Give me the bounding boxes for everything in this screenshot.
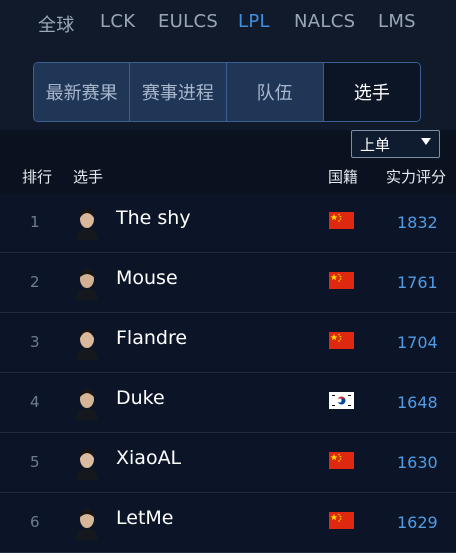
region-tab-eulcs[interactable]: EULCS xyxy=(158,11,218,32)
player-rank: 1 xyxy=(30,213,40,231)
table-row[interactable]: 4 Duke 1648 xyxy=(0,374,456,433)
table-header: 排行 选手 国籍 实力评分 xyxy=(0,160,456,194)
korea-flag-icon xyxy=(329,392,354,409)
china-flag-icon xyxy=(329,332,354,349)
player-rank: 4 xyxy=(30,393,40,411)
table-row[interactable]: 1 The shy 1832 xyxy=(0,194,456,253)
player-name[interactable]: The shy xyxy=(116,207,191,229)
player-rating: 1704 xyxy=(397,333,438,352)
player-rating: 1832 xyxy=(397,213,438,232)
tab-tournament-progress[interactable]: 赛事进程 xyxy=(130,63,227,121)
region-tab-lpl[interactable]: LPL xyxy=(238,11,270,32)
tab-players[interactable]: 选手 xyxy=(323,63,420,121)
tab-latest-results[interactable]: 最新赛果 xyxy=(34,63,131,121)
player-name[interactable]: XiaoAL xyxy=(116,447,181,469)
avatar xyxy=(76,329,98,360)
player-name[interactable]: LetMe xyxy=(116,507,173,529)
player-rating: 1629 xyxy=(397,513,438,532)
region-tab-global[interactable]: 全球 xyxy=(38,11,75,37)
avatar xyxy=(76,390,98,420)
china-flag-icon xyxy=(329,512,354,529)
section-tab-group: 最新赛果 赛事进程 队伍 选手 xyxy=(33,62,421,122)
avatar xyxy=(76,270,98,300)
player-rank: 2 xyxy=(30,273,40,291)
player-rating: 1761 xyxy=(397,273,438,292)
china-flag-icon xyxy=(329,272,354,289)
avatar xyxy=(76,449,98,480)
chevron-down-icon xyxy=(421,138,431,145)
player-name[interactable]: Mouse xyxy=(116,267,178,289)
table-row[interactable]: 6 LetMe 1629 xyxy=(0,494,456,553)
region-tab-lms[interactable]: LMS xyxy=(378,11,416,32)
position-select[interactable]: 上单 xyxy=(351,130,440,158)
player-name[interactable]: Duke xyxy=(116,387,165,409)
table-row[interactable]: 3 Flandre 1704 xyxy=(0,314,456,373)
region-tab-nalcs[interactable]: NALCS xyxy=(294,11,355,32)
player-rating: 1648 xyxy=(397,393,438,412)
header-rating: 实力评分 xyxy=(386,168,447,186)
player-rating: 1630 xyxy=(397,453,438,472)
china-flag-icon xyxy=(329,452,354,469)
avatar xyxy=(76,209,98,240)
player-rank: 5 xyxy=(30,453,40,471)
section-tab-area: 最新赛果 赛事进程 队伍 选手 xyxy=(0,48,456,130)
tab-teams[interactable]: 队伍 xyxy=(226,63,324,121)
region-tab-lck[interactable]: LCK xyxy=(100,11,135,32)
header-player: 选手 xyxy=(73,168,104,186)
player-rank: 3 xyxy=(30,333,40,351)
player-name[interactable]: Flandre xyxy=(116,327,187,349)
avatar xyxy=(76,510,98,540)
header-rank: 排行 xyxy=(22,168,53,186)
header-nationality: 国籍 xyxy=(328,168,359,186)
region-tab-bar: 全球 LCK EULCS LPL NALCS LMS xyxy=(0,0,456,48)
position-select-value: 上单 xyxy=(360,135,391,154)
table-row[interactable]: 5 XiaoAL 1630 xyxy=(0,434,456,493)
table-row[interactable]: 2 Mouse 1761 xyxy=(0,254,456,313)
china-flag-icon xyxy=(329,212,354,229)
player-rank: 6 xyxy=(30,513,40,531)
